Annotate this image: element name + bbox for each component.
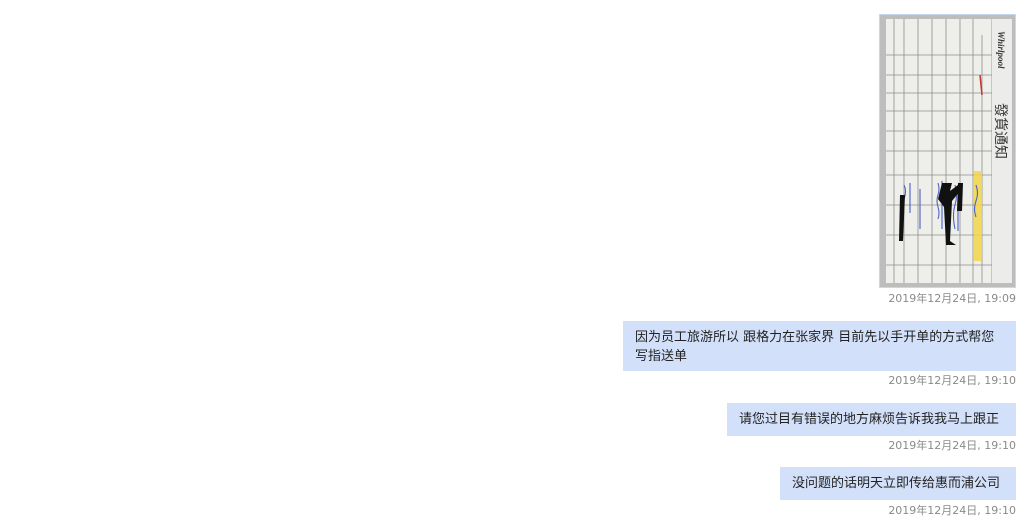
message-timestamp: 2019年12月24日, 19:09 xyxy=(888,292,1016,305)
message-timestamp: 2019年12月24日, 19:10 xyxy=(888,374,1016,387)
photo-brand-text: Whirlpool xyxy=(996,31,1006,69)
delivery-note-image: Whirlpool 發貨通知 xyxy=(880,15,1015,287)
message-bubble[interactable]: 因为员工旅游所以 跟格力在张家界 目前先以手开单的方式帮您写指送单 xyxy=(623,321,1016,371)
delivery-note-photo[interactable]: Whirlpool 發貨通知 xyxy=(879,14,1016,288)
chat-conversation: Whirlpool 發貨通知 2019年12月24日, 19:09 因为员工旅游… xyxy=(0,0,1024,526)
photo-title-text: 發貨通知 xyxy=(992,103,1009,159)
message-timestamp: 2019年12月24日, 19:10 xyxy=(888,504,1016,517)
message-bubble[interactable]: 请您过目有错误的地方麻烦告诉我我马上跟正 xyxy=(727,403,1016,436)
message-bubble[interactable]: 没问题的话明天立即传给惠而浦公司 xyxy=(780,467,1016,500)
message-timestamp: 2019年12月24日, 19:10 xyxy=(888,439,1016,452)
